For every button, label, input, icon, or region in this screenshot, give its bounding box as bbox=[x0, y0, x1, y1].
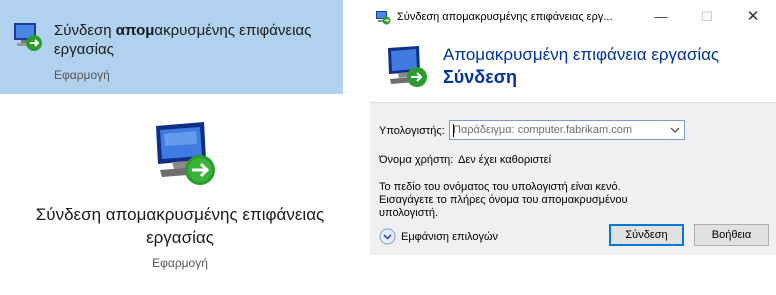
banner-title: Απομακρυσμένη επιφάνεια εργασίας bbox=[443, 45, 720, 64]
message-line: Εισαγάγετε το πλήρες όνομα του απομακρυσ… bbox=[379, 194, 628, 206]
result-detail-type: Εφαρμογή bbox=[152, 256, 208, 270]
validation-message: Το πεδίο του ονόματος του υπολογιστή είν… bbox=[379, 181, 654, 220]
close-button[interactable]: ✕ bbox=[730, 0, 776, 34]
chevron-down-icon[interactable] bbox=[670, 125, 680, 135]
minimize-button[interactable]: — bbox=[638, 0, 684, 34]
expand-circle-icon bbox=[379, 228, 396, 245]
dialog-titlebar[interactable]: Σύνδεση απομακρυσμένης επιφάνειας εργ...… bbox=[370, 0, 776, 34]
show-options-label: Εμφάνιση επιλογών bbox=[401, 231, 499, 243]
remote-desktop-icon bbox=[156, 122, 215, 185]
maximize-button[interactable]: ☐ bbox=[684, 0, 730, 34]
search-result-title: Σύνδεση απομακρυσμένης επιφάνειας εργασί… bbox=[54, 22, 312, 58]
computer-label: Υπολογιστής: bbox=[379, 125, 445, 137]
rdp-dialog: Σύνδεση απομακρυσμένης επιφάνειας εργ...… bbox=[370, 0, 776, 255]
search-result-item[interactable]: Σύνδεση απομακρυσμένης επιφάνειας εργασί… bbox=[0, 0, 343, 94]
computer-combobox[interactable]: Παράδειγμα: computer.fabrikam.com bbox=[449, 120, 685, 140]
username-value: Δεν έχει καθοριστεί bbox=[458, 154, 552, 166]
result-detail-title: Σύνδεση απομακρυσμένης επιφάνειας εργασί… bbox=[35, 205, 325, 247]
window-title: Σύνδεση απομακρυσμένης επιφάνειας εργ... bbox=[397, 11, 613, 23]
message-line: υπολογιστή. bbox=[379, 207, 439, 219]
dialog-banner: Απομακρυσμένη επιφάνεια εργασίας Σύνδεση bbox=[370, 34, 776, 103]
message-line: Το πεδίο του ονόματος του υπολογιστή είν… bbox=[379, 181, 621, 193]
search-panel: Σύνδεση απομακρυσμένης επιφάνειας εργασί… bbox=[0, 0, 343, 295]
banner-subtitle: Σύνδεση bbox=[443, 67, 518, 87]
remote-desktop-icon bbox=[388, 46, 427, 87]
username-label: Όνομα χρήστη: bbox=[379, 154, 454, 166]
computer-placeholder: Παράδειγμα: computer.fabrikam.com bbox=[453, 124, 633, 136]
help-button[interactable]: Βοήθεια bbox=[694, 224, 769, 246]
search-result-type: Εφαρμογή bbox=[54, 68, 110, 82]
connect-button[interactable]: Σύνδεση bbox=[609, 224, 684, 246]
remote-desktop-icon bbox=[376, 11, 391, 25]
remote-desktop-icon bbox=[14, 23, 42, 51]
